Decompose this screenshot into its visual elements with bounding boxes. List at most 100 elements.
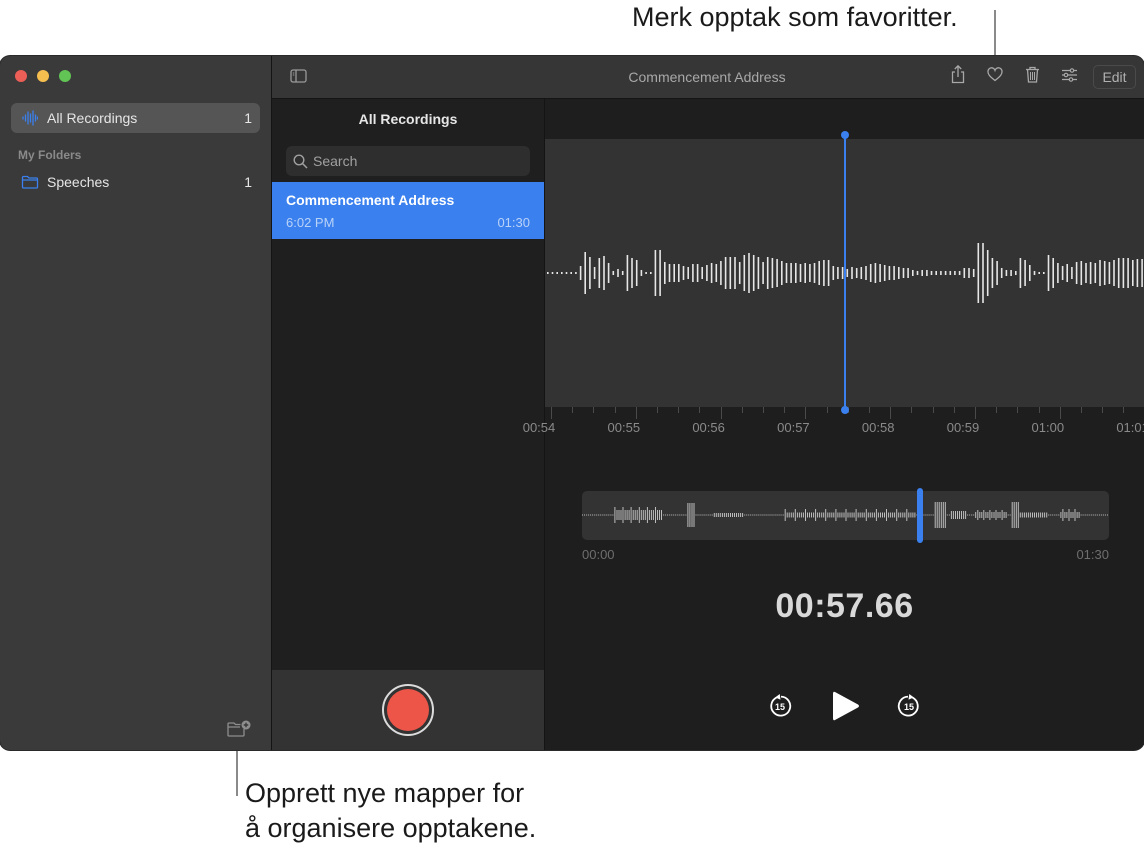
overview-waveform-bar xyxy=(896,509,898,521)
overview-waveform-bar xyxy=(762,514,764,516)
waveform-bar xyxy=(954,271,956,275)
overview-waveform-bar xyxy=(829,512,831,518)
skip-forward-button[interactable]: 15 xyxy=(896,693,922,719)
overview-waveform-bar xyxy=(1032,512,1033,518)
overview-waveform-bar xyxy=(1046,512,1048,518)
ruler-tick xyxy=(996,407,998,413)
settings-button[interactable] xyxy=(1058,67,1080,87)
record-area xyxy=(272,670,544,750)
edit-button[interactable]: Edit xyxy=(1093,65,1136,89)
waveform-bar xyxy=(907,268,909,278)
ruler-tick xyxy=(741,407,743,413)
share-button[interactable] xyxy=(947,64,969,87)
skip-back-15-icon: 15 xyxy=(770,694,792,717)
overview-waveform-bar xyxy=(736,513,737,517)
ruler-tick xyxy=(614,407,616,413)
overview-waveform-bar xyxy=(886,509,887,521)
overview-waveform-bar xyxy=(892,512,894,518)
minimize-window-button[interactable] xyxy=(37,70,49,82)
search-icon xyxy=(293,153,308,169)
waveform-bar xyxy=(1043,272,1045,274)
overview-waveform-bar xyxy=(811,512,812,518)
waveform-bar xyxy=(879,264,881,282)
waveform-bar xyxy=(640,270,643,276)
overview-waveform-bar xyxy=(1064,512,1066,518)
waveform-bar xyxy=(795,263,797,283)
waveform-bar xyxy=(1029,265,1031,281)
overview-waveform-bar xyxy=(979,512,981,518)
overview-waveform-bar xyxy=(744,514,746,516)
overview-waveform-bar xyxy=(898,512,900,518)
overview-waveform-bar xyxy=(1044,512,1046,518)
new-folder-button[interactable] xyxy=(226,719,252,744)
overview-waveform-bar xyxy=(608,514,610,516)
delete-button[interactable] xyxy=(1021,66,1043,87)
search-input[interactable] xyxy=(313,153,513,169)
overview-waveform-bar xyxy=(936,502,938,528)
favorite-button[interactable] xyxy=(984,67,1006,87)
overview-waveform-bar xyxy=(685,514,687,516)
overview-scrubber[interactable] xyxy=(582,488,1109,543)
waveform-bar xyxy=(584,252,586,294)
playhead-top-handle[interactable] xyxy=(841,131,849,139)
playhead-bottom-handle[interactable] xyxy=(841,406,849,414)
recording-list-item[interactable]: Commencement Address 6:02 PM 01:30 xyxy=(272,182,544,239)
overview-waveform-bar xyxy=(950,511,952,519)
overview-waveform-bar xyxy=(983,510,985,520)
overview-waveform-bar xyxy=(1107,514,1108,516)
sidebar-item-speeches[interactable]: Speeches 1 xyxy=(11,167,260,197)
overview-waveform-bar xyxy=(805,509,806,521)
skip-back-button[interactable]: 15 xyxy=(767,693,793,719)
overview-waveform-bar xyxy=(1013,502,1015,528)
waveform-bar xyxy=(631,258,633,288)
overview-waveform-bar xyxy=(955,511,956,519)
overview-waveform-bar xyxy=(715,513,717,517)
waveform-icon xyxy=(21,110,39,126)
playhead[interactable] xyxy=(841,131,849,414)
overview-waveform-bar xyxy=(663,514,665,516)
overview-waveform-bar xyxy=(588,514,590,516)
zoom-window-button[interactable] xyxy=(59,70,71,82)
waveform-bar xyxy=(902,268,905,278)
overview-waveform-bar xyxy=(1005,512,1007,518)
overview-waveform-bar xyxy=(1086,514,1088,516)
overview-waveform-bar xyxy=(790,512,792,518)
overview-waveform-bar xyxy=(1074,509,1076,521)
waveform-bar xyxy=(1099,260,1101,286)
overview-waveform-bar xyxy=(683,514,685,516)
waveform-bar xyxy=(654,250,657,296)
waveform-bar xyxy=(678,264,680,282)
overview-waveform-bar xyxy=(823,512,825,518)
waveform-bar xyxy=(1141,259,1143,287)
waveform-bar xyxy=(617,269,619,277)
overview-waveform-bar xyxy=(652,510,654,520)
overview-waveform-bar xyxy=(845,509,847,521)
overview-waveform-bar xyxy=(697,514,699,516)
overview-waveform-bar xyxy=(995,510,997,520)
sidebar-toggle-button[interactable] xyxy=(290,69,307,88)
waveform-bar xyxy=(1066,264,1068,282)
close-window-button[interactable] xyxy=(15,70,27,82)
overview-waveform-bar xyxy=(948,514,950,516)
record-button[interactable] xyxy=(382,684,434,736)
ruler-tick xyxy=(1017,407,1019,413)
overview-waveform-bar xyxy=(940,502,942,528)
waveform-bar xyxy=(940,271,942,275)
waveform-bar xyxy=(982,243,984,303)
sidebar-item-all-recordings[interactable]: All Recordings 1 xyxy=(11,103,260,133)
waveform-bar xyxy=(851,267,853,279)
overview-waveform-bar xyxy=(727,513,729,517)
play-button[interactable] xyxy=(831,689,861,723)
waveform-bar xyxy=(865,266,867,280)
overview-waveform-bar xyxy=(1058,514,1060,516)
overview-waveform-bar xyxy=(1088,514,1090,516)
overview-playhead[interactable] xyxy=(916,488,923,543)
waveform-bar xyxy=(696,264,699,282)
overview-waveform-bar xyxy=(965,511,967,519)
overview-waveform-bar xyxy=(871,512,873,518)
search-field[interactable] xyxy=(286,146,530,176)
new-folder-icon xyxy=(226,720,252,743)
waveform-bar xyxy=(664,262,666,284)
overview-waveform-bar xyxy=(618,510,620,520)
detail-pane: 00:54 00:55 00:56 00:57 00:58 00:59 01:00 01:01… xyxy=(523,99,1144,750)
